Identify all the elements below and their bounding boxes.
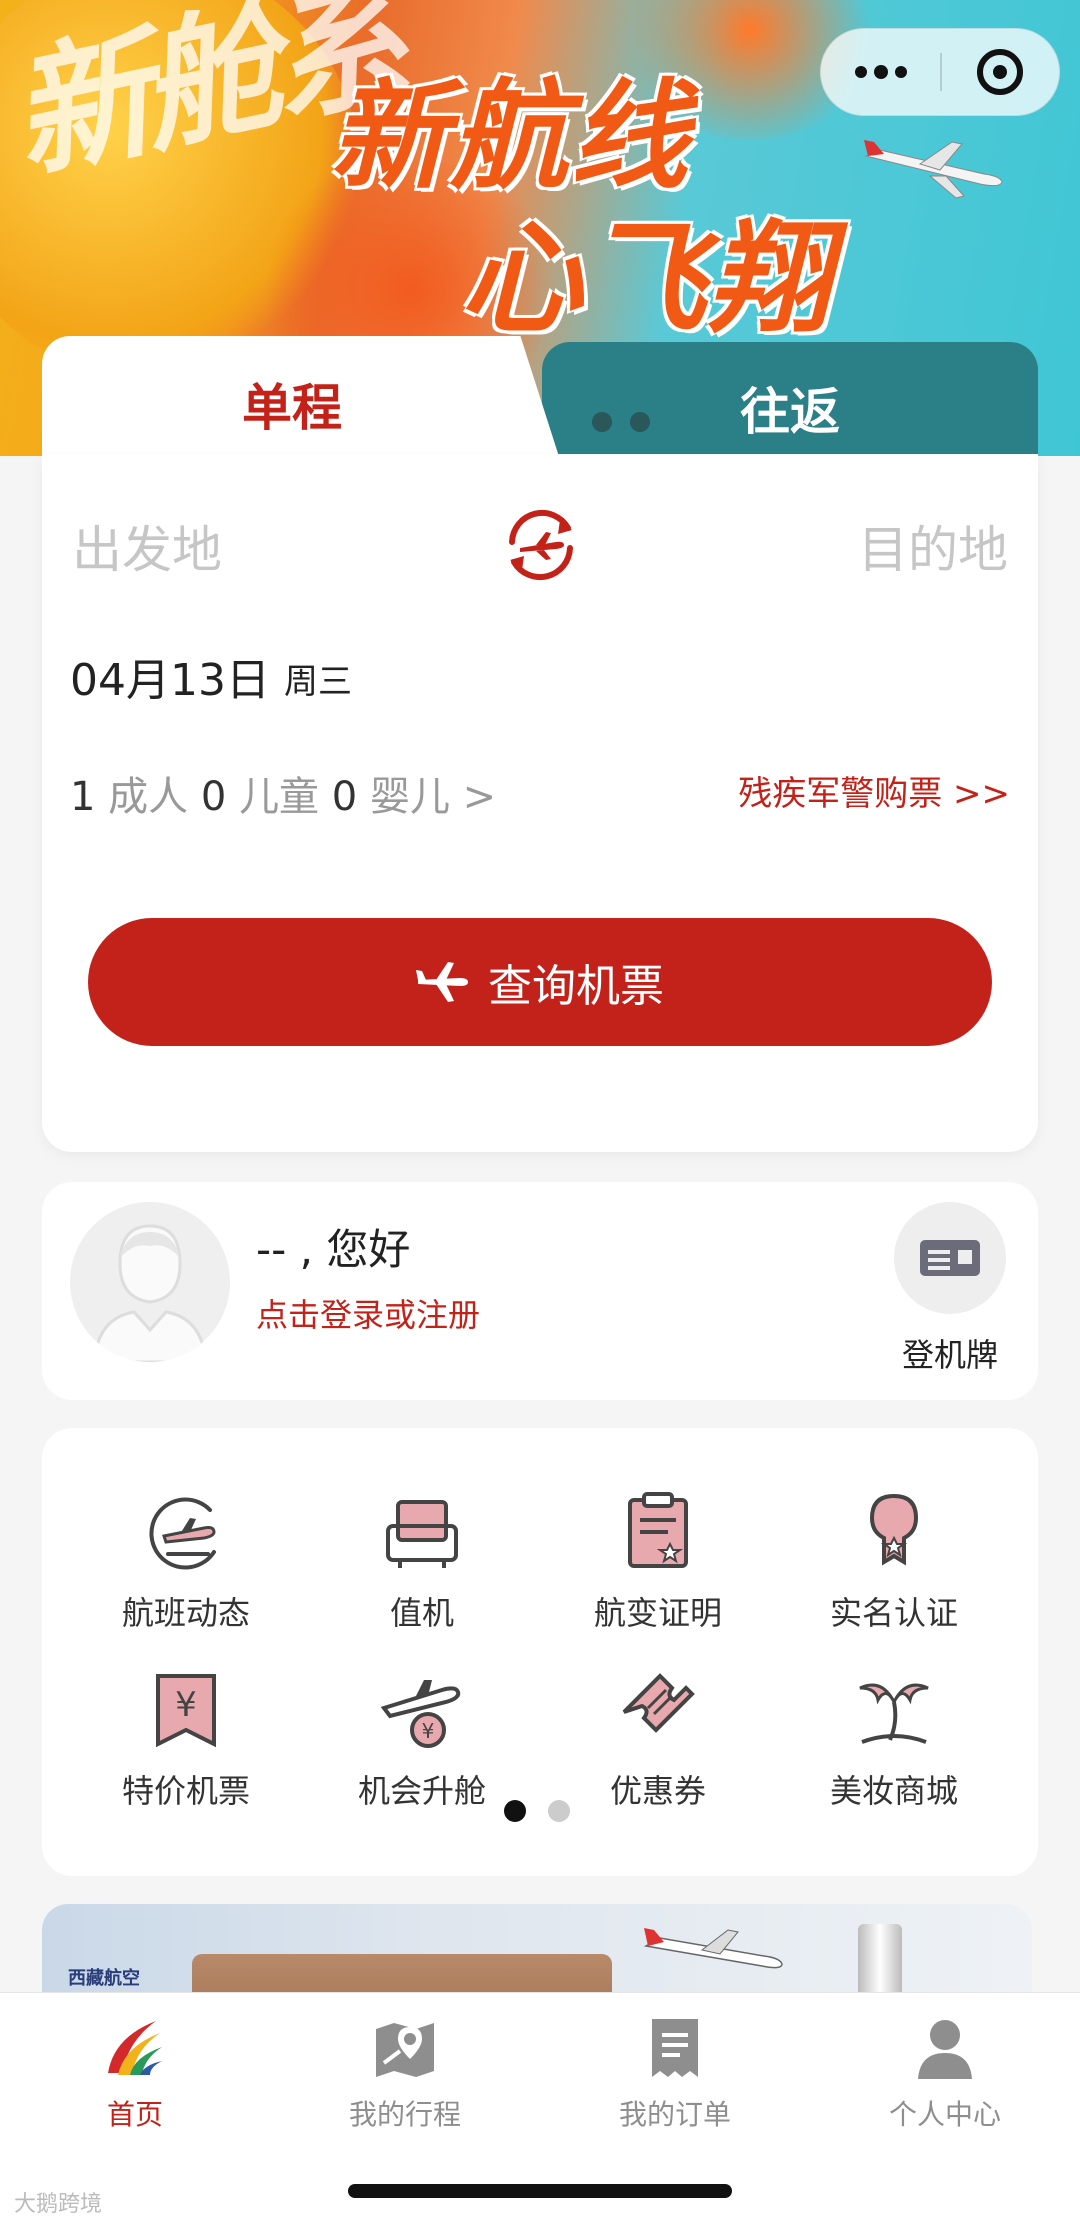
checkin-seat-icon bbox=[386, 1500, 458, 1568]
service-label: 实名认证 bbox=[829, 1594, 958, 1632]
login-register-link[interactable]: 点击登录或注册 bbox=[256, 1290, 480, 1336]
service-real-name-verification[interactable]: 实名认证 bbox=[776, 1490, 1012, 1634]
person-icon bbox=[918, 2020, 972, 2079]
miniprogram-capsule bbox=[820, 28, 1060, 116]
svg-text:¥: ¥ bbox=[422, 1719, 435, 1743]
service-label: 优惠券 bbox=[609, 1772, 706, 1810]
boarding-pass-button[interactable] bbox=[894, 1202, 1006, 1314]
service-label: 航变证明 bbox=[593, 1594, 722, 1632]
tabbar-label: 我的行程 bbox=[348, 2098, 461, 2131]
boarding-pass-icon bbox=[920, 1240, 980, 1276]
hero-title-line2: 心飞翔 bbox=[460, 208, 832, 350]
certificate-icon bbox=[628, 1492, 688, 1568]
watermark: 大鹅跨境 bbox=[14, 2192, 103, 2217]
service-special-tickets[interactable]: ¥ 特价机票 bbox=[68, 1668, 304, 1812]
trip-type-tabs: 往返 单程 bbox=[42, 336, 1038, 466]
services-grid: 航班动态 值机 航变证明 实名认证 ¥ 特价机票 ¥ 机会升舱 优惠券 美妆商城 bbox=[42, 1428, 1038, 1876]
beauty-mall-icon bbox=[859, 1683, 929, 1744]
special-ticket-link[interactable]: 残疾军警购票 >> bbox=[738, 766, 1010, 815]
pager-dot[interactable] bbox=[548, 1800, 570, 1822]
service-upgrade[interactable]: ¥ 机会升舱 bbox=[304, 1668, 540, 1812]
service-label: 值机 bbox=[389, 1594, 454, 1632]
avatar[interactable] bbox=[70, 1202, 230, 1362]
passenger-selector[interactable]: 1 成人 0 儿童 0 婴儿 > bbox=[70, 764, 496, 822]
swap-route-icon[interactable] bbox=[498, 502, 584, 588]
tab-one-way[interactable]: 单程 bbox=[42, 336, 562, 466]
departure-date[interactable]: 04月13日 bbox=[70, 644, 270, 708]
tabbar-item-profile[interactable]: 个人中心 bbox=[810, 2013, 1080, 2133]
service-coupons[interactable]: 优惠券 bbox=[540, 1668, 776, 1812]
child-count: 0 bbox=[200, 774, 227, 820]
map-pin-icon bbox=[376, 2023, 434, 2077]
tab-one-way-label: 单程 bbox=[242, 379, 342, 437]
tab-round-trip-label: 往返 bbox=[740, 383, 840, 441]
tabbar-label: 我的订单 bbox=[618, 2098, 731, 2131]
pager-dot-active[interactable] bbox=[504, 1800, 526, 1822]
upgrade-icon: ¥ bbox=[380, 1680, 461, 1748]
special-ticket-icon: ¥ bbox=[156, 1674, 216, 1748]
coupon-icon bbox=[622, 1673, 695, 1733]
airplane-icon bbox=[643, 1928, 783, 1969]
airline-logo-text: 西藏航空 bbox=[68, 1968, 140, 1989]
infant-label: 婴儿 bbox=[369, 774, 450, 820]
tabbar-label: 个人中心 bbox=[888, 2098, 1001, 2131]
user-card: -- , 您好 点击登录或注册 登机牌 bbox=[42, 1182, 1038, 1400]
adult-count: 1 bbox=[70, 774, 96, 820]
boarding-pass-label: 登机牌 bbox=[901, 1336, 998, 1374]
more-dots-icon[interactable] bbox=[821, 65, 940, 79]
tab-round-trip[interactable]: 往返 bbox=[542, 342, 1038, 462]
service-label: 特价机票 bbox=[121, 1772, 250, 1810]
target-icon[interactable] bbox=[942, 49, 1059, 95]
service-label: 美妆商城 bbox=[829, 1772, 958, 1810]
tabbar-label: 首页 bbox=[106, 2098, 163, 2131]
tabbar-item-home[interactable]: 首页 bbox=[0, 2013, 270, 2133]
airplane-icon bbox=[416, 962, 468, 1002]
service-flight-change-certificate[interactable]: 航变证明 bbox=[540, 1490, 776, 1634]
tabbar-item-my-trips[interactable]: 我的行程 bbox=[270, 2013, 540, 2133]
service-flight-status[interactable]: 航班动态 bbox=[68, 1490, 304, 1634]
airplane-icon bbox=[864, 140, 1003, 199]
svg-text:¥: ¥ bbox=[175, 1685, 197, 1725]
user-avatar-icon bbox=[92, 1224, 208, 1362]
departure-weekday: 周三 bbox=[284, 662, 352, 702]
tabbar-item-my-orders[interactable]: 我的订单 bbox=[540, 2013, 810, 2133]
home-logo-icon bbox=[108, 2021, 162, 2075]
destination-field[interactable]: 目的地 bbox=[858, 510, 1008, 582]
infant-count: 0 bbox=[331, 774, 358, 820]
receipt-icon bbox=[652, 2019, 698, 2077]
home-indicator[interactable] bbox=[348, 2184, 732, 2198]
verification-icon bbox=[869, 1493, 919, 1566]
adult-label: 成人 bbox=[108, 774, 189, 820]
service-checkin[interactable]: 值机 bbox=[304, 1490, 540, 1634]
flight-status-icon bbox=[149, 1497, 216, 1570]
services-pager bbox=[504, 1800, 570, 1822]
service-label: 航班动态 bbox=[121, 1594, 250, 1632]
origin-field[interactable]: 出发地 bbox=[72, 510, 222, 582]
service-beauty-mall[interactable]: 美妆商城 bbox=[776, 1668, 1012, 1812]
child-label: 儿童 bbox=[239, 774, 320, 820]
search-flights-button[interactable]: 查询机票 bbox=[88, 918, 992, 1046]
booking-card: 出发地 目的地 04月13日 周三 1 成人 0 儿童 0 婴儿 > 残疾军警购… bbox=[42, 454, 1038, 1152]
greeting-text: -- , 您好 bbox=[256, 1225, 411, 1274]
passenger-arrow: > bbox=[462, 774, 497, 820]
search-flights-label: 查询机票 bbox=[488, 961, 664, 1012]
